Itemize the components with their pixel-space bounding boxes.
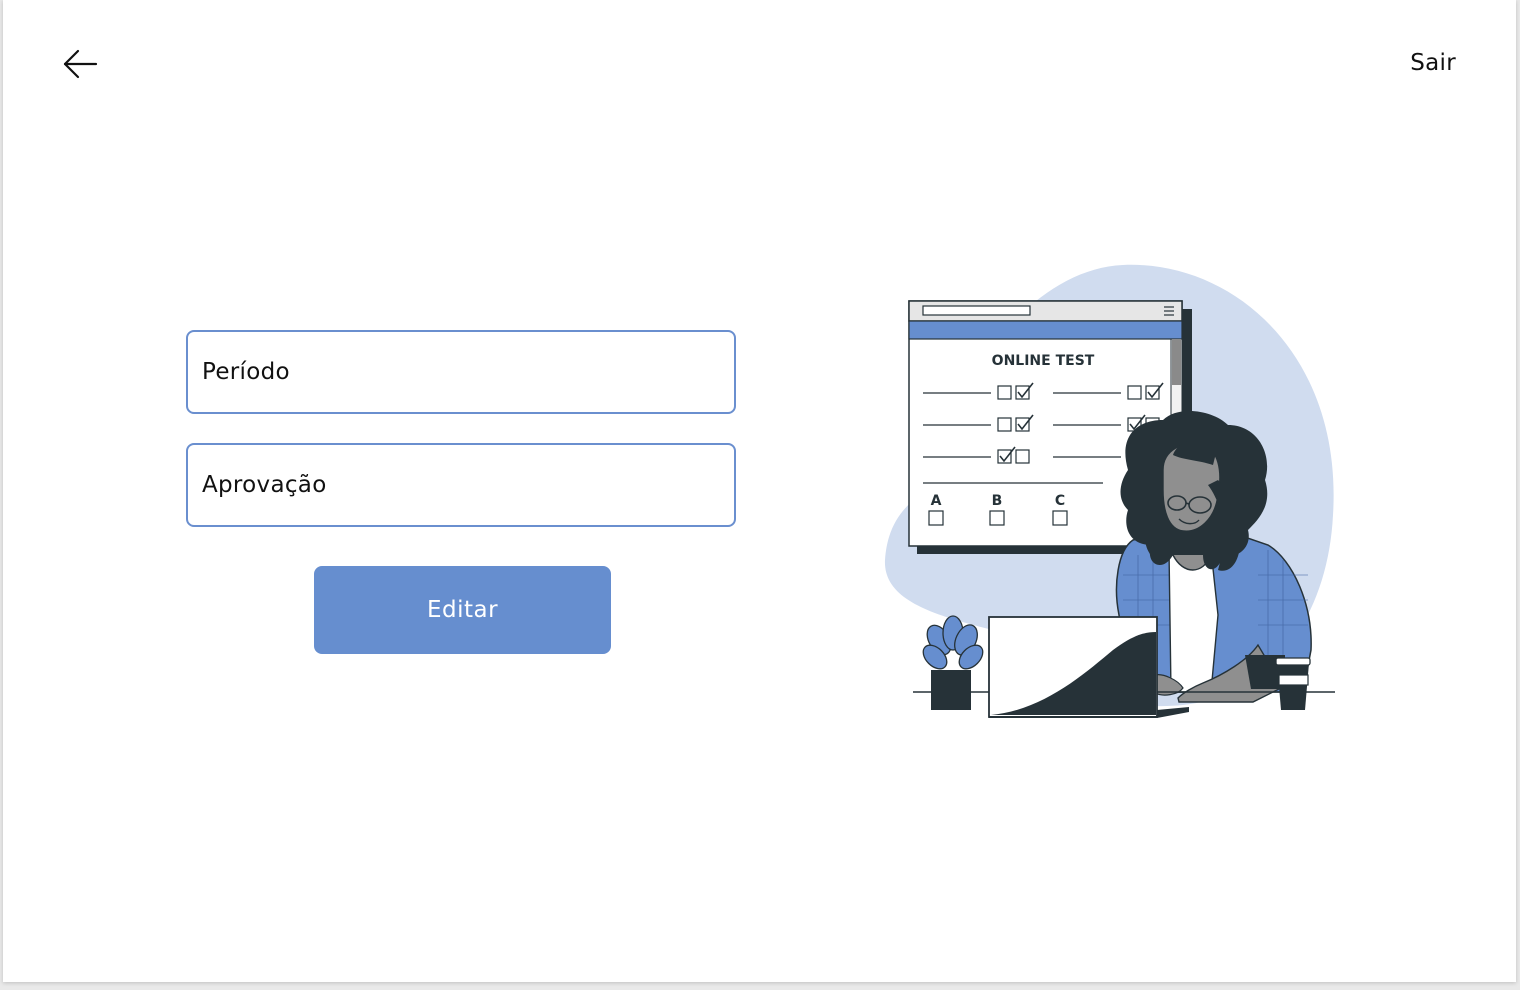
option-c-label: C [1055, 493, 1065, 509]
plant [922, 615, 984, 710]
coffee-cup [1275, 657, 1311, 710]
edit-button-label: Editar [426, 597, 499, 623]
periodo-field[interactable]: Período [186, 330, 736, 414]
aprovacao-label: Aprovação [202, 472, 327, 498]
arrow-left-icon [63, 49, 98, 79]
test-title: ONLINE TEST [992, 353, 1095, 369]
online-test-illustration: ONLINE TEST A B C [884, 264, 1335, 718]
page: Sair Período Aprovação Editar ONLINE TES… [3, 0, 1516, 982]
option-b-label: B [992, 493, 1003, 509]
aprovacao-field[interactable]: Aprovação [186, 443, 736, 527]
edit-button[interactable]: Editar [314, 566, 611, 654]
periodo-label: Período [202, 359, 290, 385]
option-a-label: A [931, 493, 942, 509]
back-button[interactable] [61, 44, 101, 84]
logout-button[interactable]: Sair [1410, 50, 1456, 76]
